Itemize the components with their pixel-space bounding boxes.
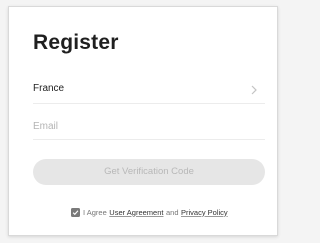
agree-and-text: and <box>165 207 179 217</box>
page-title: Register <box>33 31 119 54</box>
register-card: Register France Get Verification Code I … <box>8 6 278 236</box>
get-verification-code-button[interactable]: Get Verification Code <box>33 159 265 185</box>
agree-prefix: I Agree <box>83 207 107 217</box>
email-row <box>33 113 265 140</box>
agreement-row: I Agree User Agreement and Privacy Polic… <box>71 206 228 218</box>
checkmark-icon <box>72 209 79 215</box>
user-agreement-link[interactable]: User Agreement <box>109 208 163 217</box>
chevron-right-icon <box>249 83 259 95</box>
email-field[interactable] <box>33 117 265 135</box>
privacy-policy-link[interactable]: Privacy Policy <box>181 208 228 217</box>
agree-checkbox[interactable] <box>71 207 80 217</box>
country-selector[interactable]: France <box>33 77 265 104</box>
country-value: France <box>33 83 65 94</box>
